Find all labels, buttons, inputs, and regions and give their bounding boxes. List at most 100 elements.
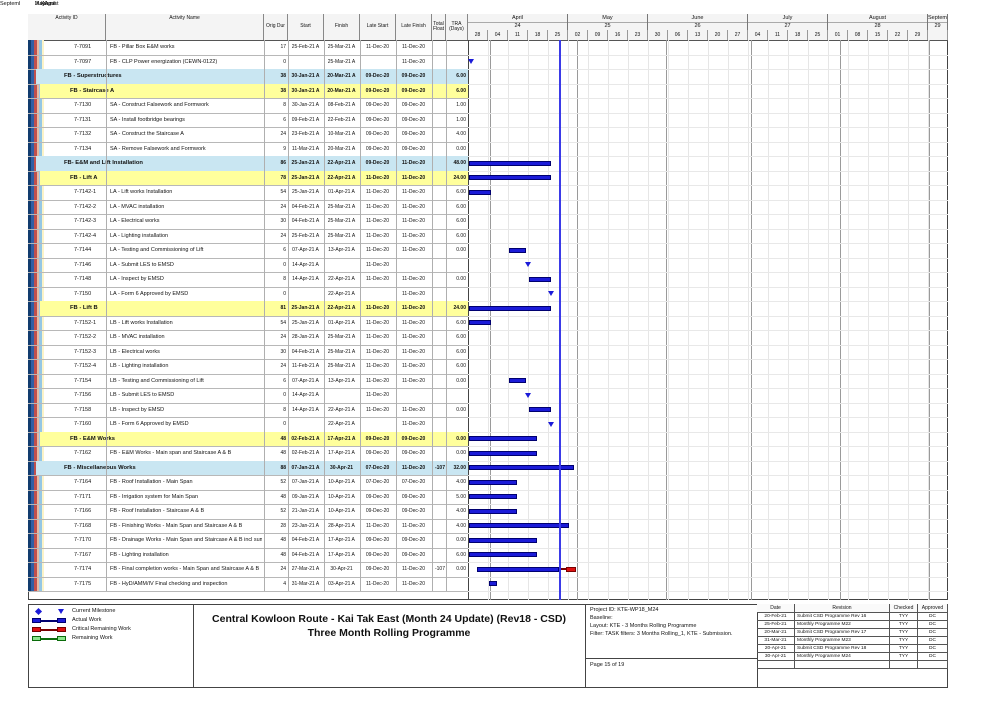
activity-id: 7-7146 (74, 258, 108, 273)
revision-cell (890, 661, 918, 669)
activity-name: SA - Construct Falsework and Formwork (110, 98, 262, 113)
chart-row-line (468, 55, 948, 56)
late-start-value: 11-Dec-20 (360, 345, 395, 360)
column-header: Late Finish (396, 14, 432, 40)
start-value: 04-Feb-21 A (288, 533, 323, 548)
milestone-icon (548, 291, 554, 296)
finish-value: 25-Mar-21 A (324, 359, 359, 374)
finish-value: 10-Apr-21 A (324, 504, 359, 519)
finish-value: 08-Feb-21 A (324, 98, 359, 113)
chart-week-gridline (728, 40, 729, 600)
table-column-line (432, 40, 433, 591)
late-start-value: 09-Dec-20 (360, 432, 395, 447)
activity-name: FB - Drainage Works - Main Span and Stai… (110, 533, 262, 548)
orig-dur-value: 0 (264, 55, 286, 70)
footer-divider (193, 604, 194, 688)
timeline-week-cell: 28 (468, 30, 488, 40)
start-value: 14-Apr-21 A (288, 272, 323, 287)
project-info-line: Baseline: (590, 615, 754, 623)
tra-value: 0.00 (444, 243, 466, 258)
finish-value: 13-Apr-21 A (324, 374, 359, 389)
orig-dur-value: 6 (264, 374, 286, 389)
late-finish-value: 09-Dec-20 (396, 432, 431, 447)
timeline-month-label: June (648, 14, 747, 23)
late-finish-value: 11-Dec-20 (396, 316, 431, 331)
activity-id: 7-7152-2 (74, 330, 108, 345)
tra-value: 32.00 (444, 461, 466, 476)
column-header: Finish (324, 14, 360, 40)
timeline-month-cell: May25 (568, 14, 648, 30)
finish-value: 17-Apr-21 A (324, 446, 359, 461)
timeline-week-cell: 22 (888, 30, 908, 40)
timeline-week-cell: 01 (828, 30, 848, 40)
finish-value: 22-Feb-21 A (324, 113, 359, 128)
finish-value (324, 258, 359, 273)
revision-cell: DC (918, 613, 948, 621)
late-start-value: 11-Dec-20 (360, 330, 395, 345)
table-column-line (106, 40, 107, 591)
start-value: 07-Apr-21 A (288, 374, 323, 389)
timeline-week-cell: 16 (608, 30, 628, 40)
chart-row-line (468, 533, 948, 534)
revision-cell (757, 661, 795, 669)
chart-row-line (468, 374, 948, 375)
tra-value: 48.00 (444, 156, 466, 171)
late-finish-value: 09-Dec-20 (396, 127, 431, 142)
chart-row-line (468, 84, 948, 85)
start-value (288, 55, 323, 70)
activity-id: 7-7164 (74, 475, 108, 490)
chart-week-gridline (608, 40, 609, 600)
legend-bar-link-icon (41, 629, 57, 631)
tra-value: 6.00 (444, 316, 466, 331)
revision-col-header: Revision (795, 604, 890, 613)
gantt-bar-actual (509, 248, 526, 253)
start-value: 21-Jan-21 A (288, 504, 323, 519)
chart-row-line (468, 591, 948, 592)
orig-dur-value: 6 (264, 243, 286, 258)
legend-bar-icon (57, 636, 66, 641)
chart-row-line (468, 519, 948, 520)
orig-dur-value: 28 (264, 519, 286, 534)
timeline-week-cell: 18 (528, 30, 548, 40)
chart-week-gridline (708, 40, 709, 600)
activity-id: 7-7131 (74, 113, 108, 128)
tra-value: 0.00 (444, 562, 466, 577)
tra-value: 6.00 (444, 214, 466, 229)
timeline-week-cell: 08 (848, 30, 868, 40)
chart-row-line (468, 446, 948, 447)
finish-value: 13-Apr-21 A (324, 243, 359, 258)
milestone-icon (525, 393, 531, 398)
chart-row-line (468, 417, 948, 418)
revision-cell: Submit CSD Programme Rev 18 (795, 645, 890, 653)
chart-row-line (468, 461, 948, 462)
late-start-value: 11-Dec-20 (360, 577, 395, 592)
finish-value: 25-Mar-21 A (324, 200, 359, 215)
finish-value: 25-Mar-21 A (324, 214, 359, 229)
timeline-month-number: 25 (568, 23, 647, 30)
summary-name: FB - Lift A (70, 171, 260, 186)
chart-week-gridline (868, 40, 869, 600)
start-value: 25-Jan-21 A (288, 171, 323, 186)
table-row-line (28, 591, 468, 592)
chart-row-line (468, 69, 948, 70)
chart-row-line (468, 142, 948, 143)
revision-col-header: Checked (890, 604, 918, 613)
start-value: 25-Jan-21 A (288, 316, 323, 331)
tra-value (444, 40, 466, 55)
activity-name: LA - MVAC installation (110, 200, 262, 215)
tra-value: 5.00 (444, 490, 466, 505)
chart-row-line (468, 301, 948, 302)
activity-id: 7-7142-2 (74, 200, 108, 215)
start-value: 07-Jan-21 A (288, 475, 323, 490)
late-start-value: 09-Dec-20 (360, 127, 395, 142)
tra-value: 0.00 (444, 142, 466, 157)
orig-dur-value: 30 (264, 214, 286, 229)
late-finish-value: 11-Dec-20 (396, 577, 431, 592)
tra-value: 6.00 (444, 359, 466, 374)
legend-label: Critical Remaining Work (72, 626, 187, 634)
finish-value: 25-Mar-21 A (324, 55, 359, 70)
activity-name: FB - Roof Installation - Staircase A & B (110, 504, 262, 519)
start-value: 02-Feb-21 A (288, 432, 323, 447)
activity-id: 7-7166 (74, 504, 108, 519)
revision-cell: 30-Apr-21 (757, 653, 795, 661)
